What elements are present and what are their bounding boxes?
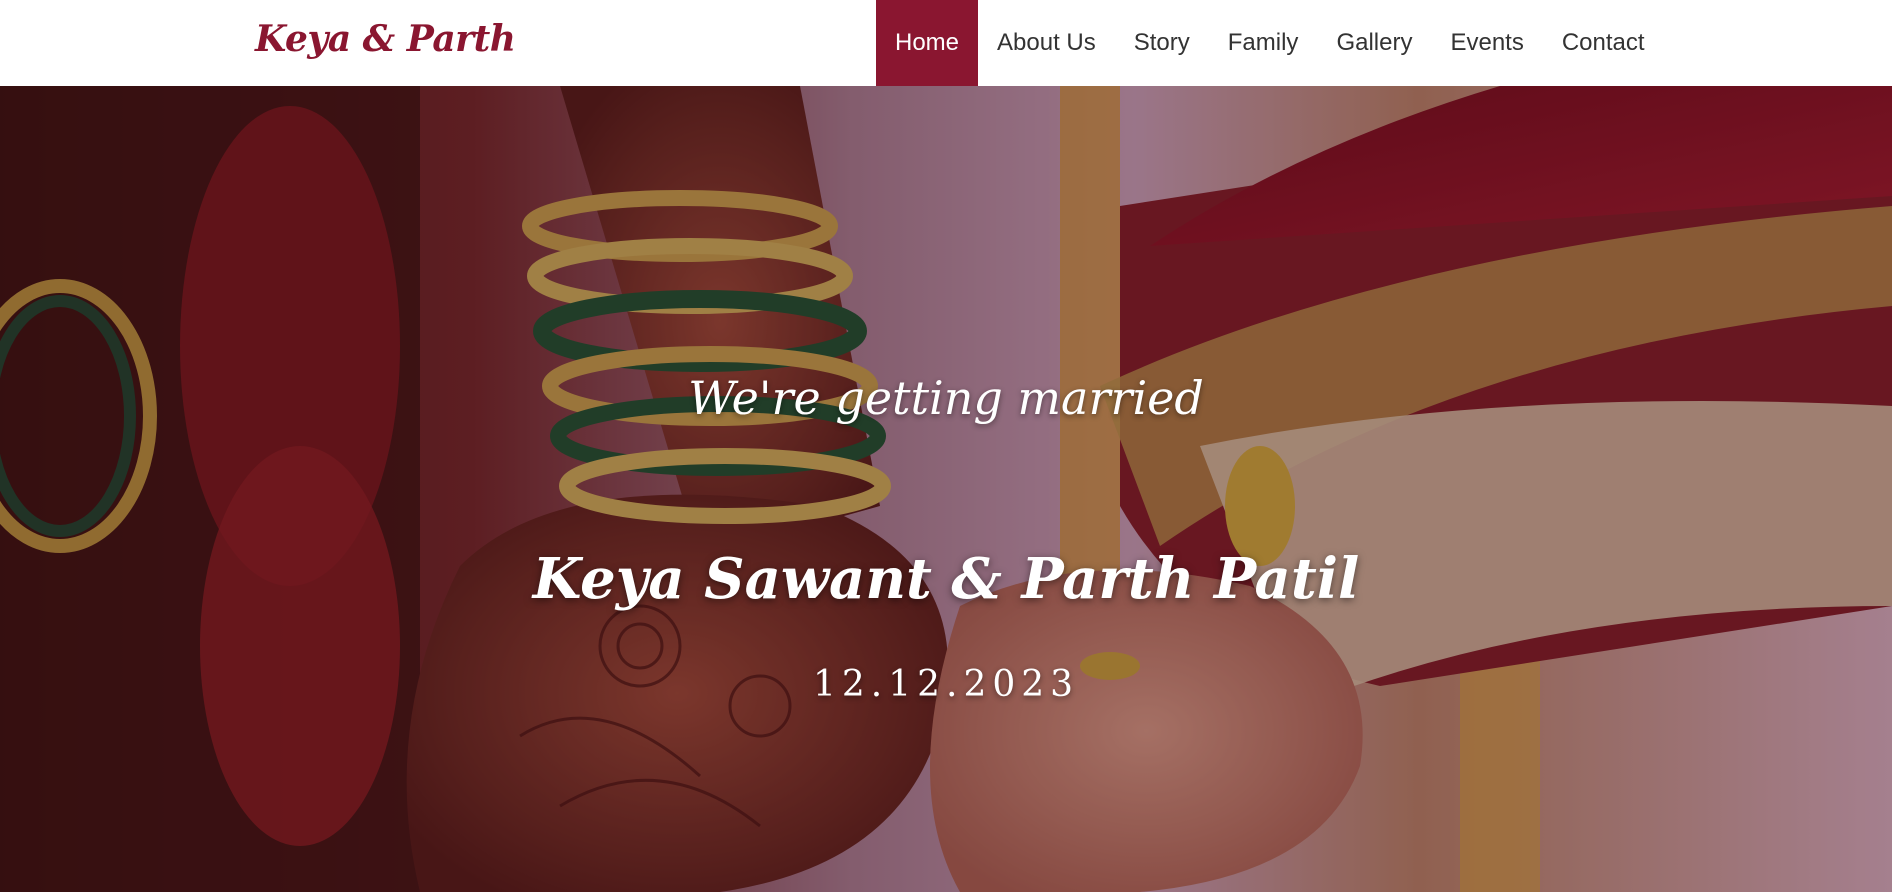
hero-tagline: We're getting married — [688, 371, 1204, 425]
nav-item-events[interactable]: Events — [1431, 0, 1542, 86]
main-nav: Home About Us Story Family Gallery Event… — [876, 0, 1664, 86]
nav-item-label: Gallery — [1336, 29, 1413, 56]
nav-item-label: Story — [1133, 29, 1190, 56]
hero-couple-names: Keya Sawant & Parth Patil — [532, 546, 1360, 612]
nav-item-label: About Us — [997, 29, 1096, 56]
hero-overlay — [0, 86, 1892, 892]
nav-item-story[interactable]: Story — [1115, 0, 1209, 86]
nav-item-gallery[interactable]: Gallery — [1317, 0, 1431, 86]
navbar: Keya & Parth Home About Us Story Family … — [0, 0, 1892, 86]
nav-item-contact[interactable]: Contact — [1543, 0, 1664, 86]
nav-item-label: Contact — [1561, 29, 1645, 56]
nav-item-family[interactable]: Family — [1209, 0, 1318, 86]
brand-logo[interactable]: Keya & Parth — [255, 18, 516, 60]
nav-item-label: Events — [1450, 29, 1524, 56]
nav-item-label: Home — [895, 29, 960, 56]
hero-wedding-date: 12.12.2023 — [812, 664, 1080, 705]
nav-item-about-us[interactable]: About Us — [978, 0, 1115, 86]
hero-banner: We're getting married Keya Sawant & Part… — [0, 86, 1892, 892]
nav-item-label: Family — [1227, 29, 1299, 56]
nav-item-home[interactable]: Home — [876, 0, 979, 86]
